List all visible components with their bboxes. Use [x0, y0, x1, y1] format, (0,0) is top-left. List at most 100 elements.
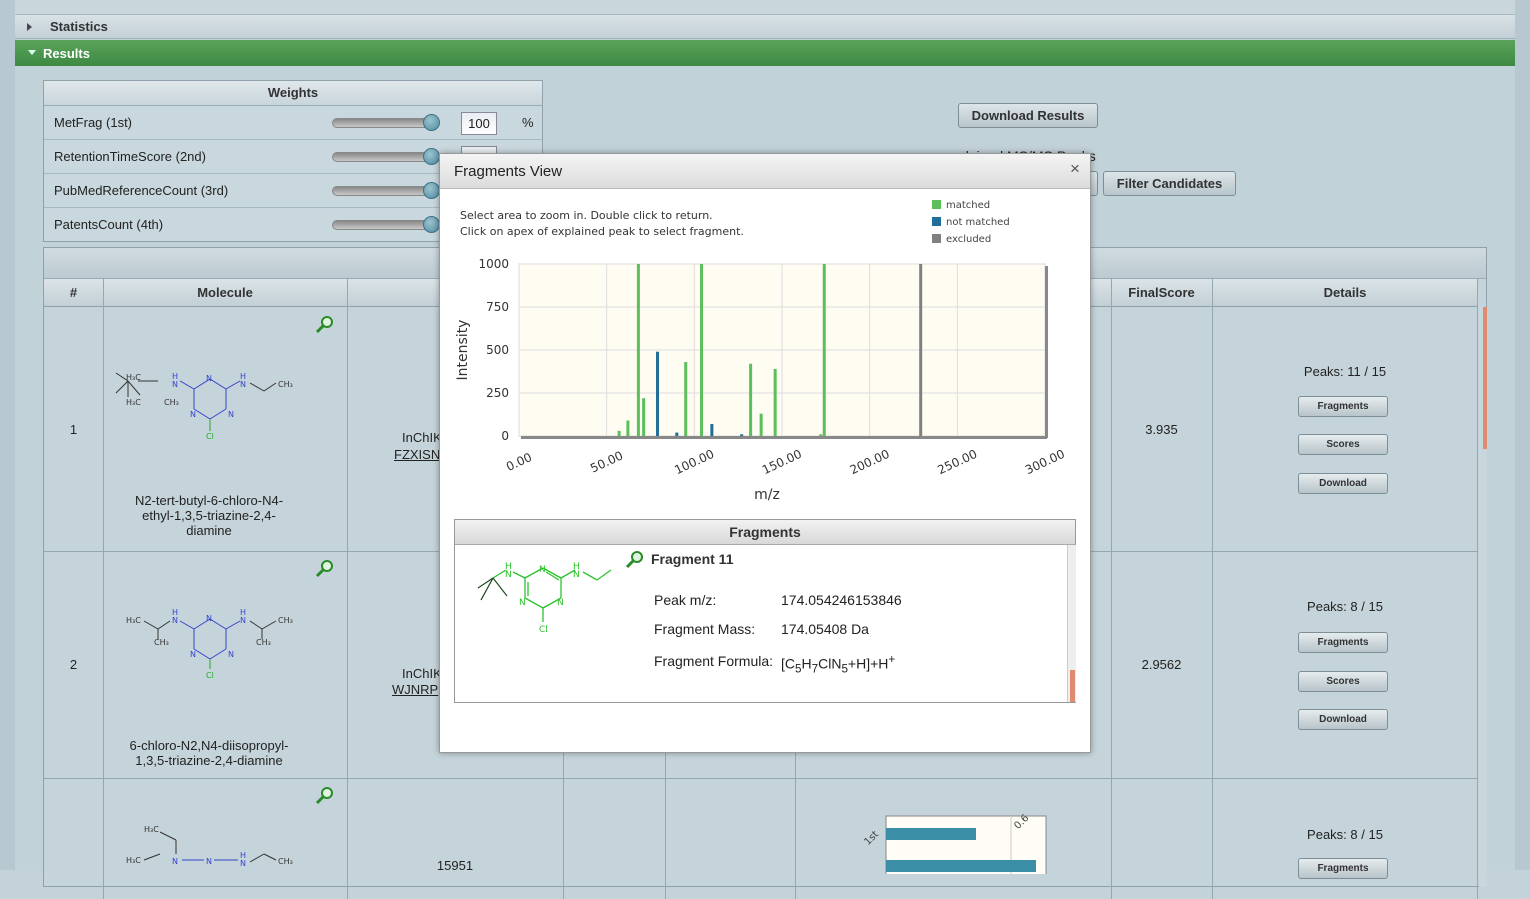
- legend-swatch: [932, 217, 941, 226]
- chart-hint-zoom: Select area to zoom in. Double click to …: [460, 209, 713, 222]
- row-divider: [44, 778, 1478, 779]
- y-tick-label: 250: [486, 386, 509, 400]
- fragments-button[interactable]: Fragments: [1298, 858, 1388, 879]
- x-tick-label: 200.00: [848, 447, 892, 477]
- spectrum-peak: [642, 398, 646, 436]
- top-strip: [15, 0, 1515, 15]
- legend-swatch: [932, 234, 941, 243]
- spectrum-peak: [819, 434, 823, 436]
- svg-text:CH₃: CH₃: [278, 857, 293, 866]
- spectrum-peak: [656, 351, 660, 436]
- fragments-scrollbar-thumb[interactable]: [1070, 670, 1075, 702]
- legend-swatch: [932, 200, 941, 209]
- svg-text:N: N: [539, 565, 546, 575]
- x-tick-label: 150.00: [760, 447, 804, 477]
- collapse-icon: [28, 50, 36, 55]
- svg-text:Cl: Cl: [206, 671, 214, 680]
- weight-slider-handle[interactable]: [423, 114, 440, 131]
- column-divider: [347, 279, 348, 899]
- legend-label: not matched: [946, 217, 1010, 228]
- legend-not-matched: not matched: [932, 217, 1010, 228]
- zoom-icon[interactable]: [315, 315, 335, 335]
- weight-value-input[interactable]: 100: [461, 112, 497, 135]
- x-tick-label: 50.00: [588, 448, 625, 475]
- plot-shadow: [521, 436, 1047, 439]
- svg-text:N: N: [206, 857, 212, 866]
- svg-text:N: N: [206, 374, 212, 383]
- scores-mini-chart: 1st 0.6: [862, 814, 1047, 874]
- plot-shadow: [1045, 266, 1048, 438]
- svg-text:N: N: [172, 380, 178, 389]
- download-results-button[interactable]: Download Results: [958, 103, 1098, 128]
- svg-text:N: N: [240, 380, 246, 389]
- spectrum-chart[interactable]: 0.00 50.00 100.00 150.00 200.00 250.00 300.00 0…: [440, 252, 1090, 512]
- weight-slider-handle[interactable]: [423, 182, 440, 199]
- fragment-formula-label: Fragment Formula:: [654, 653, 774, 669]
- svg-text:N: N: [172, 616, 178, 625]
- svg-text:N: N: [206, 614, 212, 623]
- download-button[interactable]: Download: [1298, 473, 1388, 494]
- svg-text:N: N: [228, 650, 234, 659]
- results-section-header[interactable]: Results: [15, 40, 1515, 66]
- filter-candidates-button[interactable]: Filter Candidates: [1103, 171, 1236, 196]
- table-scrollbar-thumb[interactable]: [1483, 307, 1487, 449]
- final-score: 3.935: [1145, 422, 1178, 437]
- header-molecule: Molecule: [197, 285, 253, 300]
- y-tick-label: 750: [486, 300, 509, 314]
- spectrum-peak: [710, 423, 714, 436]
- mini-chart-label: 1st: [862, 829, 881, 848]
- molecule-structure: H₃C H₃C N N HN CH₃: [126, 825, 293, 868]
- dialog-header[interactable]: Fragments View ×: [440, 154, 1090, 189]
- inchi-key-link[interactable]: FZXISN: [394, 447, 440, 462]
- weight-row-metfrag: MetFrag (1st) 100 %: [44, 106, 542, 140]
- header-rank: #: [69, 285, 78, 300]
- x-tick-label: 250.00: [935, 447, 979, 477]
- weight-slider-track[interactable]: [332, 152, 432, 162]
- scores-button[interactable]: Scores: [1298, 434, 1388, 455]
- spectrum-peak: [773, 368, 777, 436]
- svg-text:Cl: Cl: [539, 625, 548, 635]
- zoom-icon[interactable]: [625, 550, 645, 570]
- fragments-button[interactable]: Fragments: [1298, 632, 1388, 653]
- fragments-panel: Fragments Fragment 11 HN N N N HN Cl Pea…: [454, 519, 1076, 703]
- spectrum-peak: [636, 264, 640, 436]
- fragment-structure: HN N N N HN Cl: [477, 562, 612, 635]
- x-axis-label: m/z: [754, 487, 780, 503]
- weight-slider-track[interactable]: [332, 186, 432, 196]
- weight-slider-handle[interactable]: [423, 148, 440, 165]
- weight-slider-handle[interactable]: [423, 216, 440, 233]
- row-rank: 2: [69, 657, 78, 672]
- svg-text:N: N: [190, 650, 196, 659]
- spectrum-peak: [919, 264, 923, 436]
- svg-text:N: N: [519, 598, 526, 608]
- close-icon[interactable]: ×: [1070, 159, 1080, 179]
- legend-excluded: excluded: [932, 234, 991, 245]
- statistics-section-header[interactable]: Statistics: [15, 15, 1515, 39]
- zoom-icon[interactable]: [315, 786, 335, 806]
- legend-matched: matched: [932, 200, 990, 211]
- inchi-label: InChIK: [402, 666, 442, 681]
- weight-label: RetentionTimeScore (2nd): [54, 149, 206, 164]
- spectrum-peak: [684, 362, 688, 436]
- y-tick-label: 500: [486, 343, 509, 357]
- svg-text:CH₃: CH₃: [278, 380, 293, 389]
- weight-label: PatentsCount (4th): [54, 217, 164, 232]
- molecule-name: 6-chloro-N2,N4-diisopropyl-1,3,5-triazin…: [129, 738, 289, 768]
- download-button[interactable]: Download: [1298, 709, 1388, 730]
- molecule-structure: H₃C CH₃ HN N N N HN CH₃ CH₃ Cl: [126, 608, 293, 680]
- expand-icon: [27, 23, 32, 31]
- spectrum-peak: [749, 363, 753, 436]
- results-label: Results: [43, 46, 90, 61]
- svg-text:N: N: [240, 859, 246, 868]
- fragments-button[interactable]: Fragments: [1298, 396, 1388, 417]
- inchi-key-link[interactable]: WJNRP: [392, 682, 438, 697]
- svg-text:H₃C: H₃C: [126, 856, 141, 865]
- weight-slider-track[interactable]: [332, 118, 432, 128]
- svg-text:N: N: [240, 616, 246, 625]
- zoom-icon[interactable]: [315, 559, 335, 579]
- compound-id: 15951: [436, 858, 474, 873]
- svg-text:H₃C: H₃C: [144, 825, 159, 834]
- svg-text:H₃C: H₃C: [126, 373, 141, 382]
- weight-slider-track[interactable]: [332, 220, 432, 230]
- scores-button[interactable]: Scores: [1298, 671, 1388, 692]
